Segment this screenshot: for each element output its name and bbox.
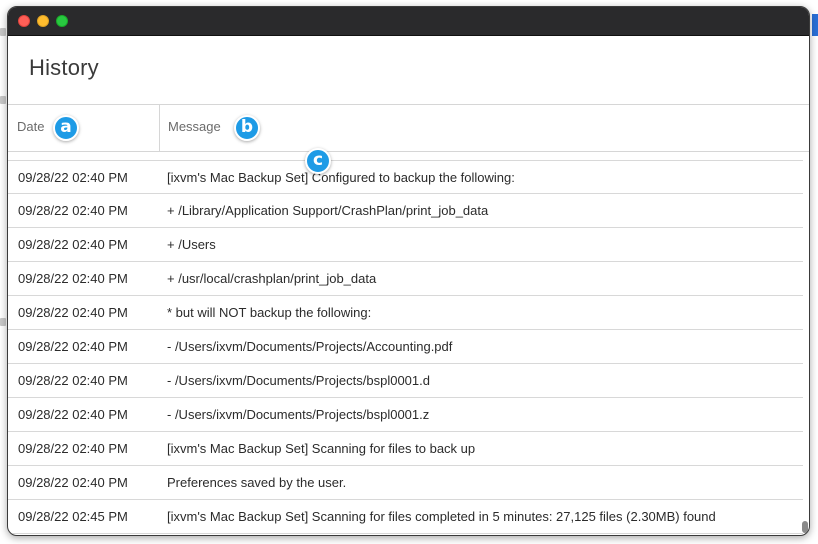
row-date: 09/28/22 02:40 PM <box>18 373 128 388</box>
background-mark <box>0 28 6 36</box>
callout-a-badge: a <box>53 115 79 141</box>
row-date: 09/28/22 02:40 PM <box>18 203 128 218</box>
table-row[interactable]: 09/28/22 02:40 PM - /Users/ixvm/Document… <box>8 330 803 364</box>
row-date: 09/28/22 02:40 PM <box>18 305 128 320</box>
table-row[interactable]: 09/28/22 02:45 PM [ixvm's Mac Backup Set… <box>8 500 803 534</box>
column-header-date-label: Date <box>17 119 45 134</box>
table-row[interactable]: 09/28/22 02:40 PM * but will NOT backup … <box>8 296 803 330</box>
callout-b-badge: b <box>234 115 260 141</box>
table-row[interactable]: 09/28/22 02:40 PM - /Users/ixvm/Document… <box>8 364 803 398</box>
row-message: + /Users <box>167 237 216 252</box>
table-row[interactable]: 09/28/22 02:40 PM + /Users <box>8 228 803 262</box>
row-message: [ixvm's Mac Backup Set] Configured to ba… <box>167 170 515 185</box>
table-row[interactable]: 09/28/22 02:40 PM + /Library/Application… <box>8 194 803 228</box>
table-row[interactable]: 09/28/22 02:40 PM - /Users/ixvm/Document… <box>8 398 803 432</box>
row-message: - /Users/ixvm/Documents/Projects/Account… <box>167 339 453 354</box>
row-date: 09/28/22 02:40 PM <box>18 237 128 252</box>
scroll-thumb[interactable] <box>802 521 808 533</box>
scrollbar[interactable] <box>800 159 808 535</box>
row-message: * but will NOT backup the following: <box>167 305 372 320</box>
row-date: 09/28/22 02:40 PM <box>18 441 128 456</box>
maximize-button[interactable] <box>56 15 68 27</box>
row-message: [ixvm's Mac Backup Set] Scanning for fil… <box>167 441 476 456</box>
background-accent <box>812 14 818 36</box>
history-window: History Date Message a b c 09/28/22 02:4… <box>7 6 810 536</box>
row-date: 09/28/22 02:45 PM <box>18 509 128 524</box>
table-row[interactable]: 09/28/22 02:40 PM Preferences saved by t… <box>8 466 803 500</box>
background-mark <box>0 96 6 104</box>
row-date: 09/28/22 02:40 PM <box>18 271 128 286</box>
callout-c-badge: c <box>305 148 331 174</box>
row-date: 09/28/22 02:40 PM <box>18 339 128 354</box>
row-message: Preferences saved by the user. <box>167 475 347 490</box>
row-date: 09/28/22 02:40 PM <box>18 170 128 185</box>
row-message: - /Users/ixvm/Documents/Projects/bspl000… <box>167 407 430 422</box>
row-date: 09/28/22 02:40 PM <box>18 475 128 490</box>
row-message: - /Users/ixvm/Documents/Projects/bspl000… <box>167 373 430 388</box>
close-button[interactable] <box>18 15 30 27</box>
column-header-date[interactable]: Date <box>8 105 160 152</box>
history-table: 09/28/22 02:40 PM [ixvm's Mac Backup Set… <box>8 160 803 534</box>
page-title: History <box>29 55 99 80</box>
row-message: + /usr/local/crashplan/print_job_data <box>167 271 377 286</box>
title-bar[interactable] <box>8 7 809 36</box>
row-message: [ixvm's Mac Backup Set] Scanning for fil… <box>167 509 716 524</box>
minimize-button[interactable] <box>37 15 49 27</box>
row-date: 09/28/22 02:40 PM <box>18 407 128 422</box>
table-row[interactable]: 09/28/22 02:40 PM [ixvm's Mac Backup Set… <box>8 160 803 194</box>
background-mark <box>0 318 6 326</box>
column-header-message-label: Message <box>168 119 221 134</box>
table-row[interactable]: 09/28/22 02:40 PM + /usr/local/crashplan… <box>8 262 803 296</box>
row-message: + /Library/Application Support/CrashPlan… <box>167 203 489 218</box>
table-row[interactable]: 09/28/22 02:40 PM [ixvm's Mac Backup Set… <box>8 432 803 466</box>
